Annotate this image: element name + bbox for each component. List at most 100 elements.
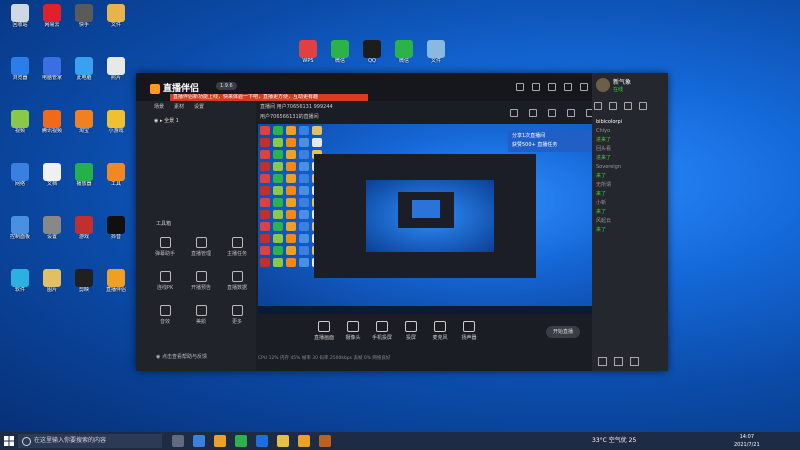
desktop-icon[interactable]: 剪映 bbox=[68, 269, 100, 299]
control-button[interactable]: 麦克风 bbox=[424, 321, 456, 341]
chat-item[interactable]: bibicolorpi bbox=[596, 119, 666, 125]
desktop-icon[interactable]: 腾讯视频 bbox=[36, 110, 68, 140]
control-icon bbox=[318, 321, 330, 332]
tool-item[interactable]: 更多 bbox=[222, 305, 252, 325]
desktop-icon[interactable]: 游戏 bbox=[68, 216, 100, 246]
desktop-icon[interactable]: 文件 bbox=[100, 4, 132, 34]
taskbar-app-icon[interactable] bbox=[277, 435, 289, 447]
desktop-icon[interactable]: 图片 bbox=[36, 269, 68, 299]
desktop-icon[interactable]: 直播伴侣 bbox=[100, 269, 132, 299]
desktop-icon[interactable]: 照片 bbox=[100, 57, 132, 87]
desktop-icon[interactable]: 设置 bbox=[36, 216, 68, 246]
emoji-icon[interactable] bbox=[614, 357, 623, 366]
desktop-icon[interactable]: 播放器 bbox=[68, 163, 100, 193]
control-button[interactable]: 直播画面 bbox=[308, 321, 340, 341]
desktop-icon[interactable]: 微信 bbox=[388, 40, 420, 70]
theme-icon[interactable] bbox=[532, 83, 540, 91]
tab-material[interactable]: 素材 bbox=[174, 103, 184, 110]
chat-item[interactable]: 无所谓 来了 bbox=[596, 182, 666, 197]
desktop-icon[interactable]: 控制面板 bbox=[4, 216, 36, 246]
taskbar-app-icon[interactable] bbox=[298, 435, 310, 447]
lock-icon[interactable] bbox=[510, 109, 518, 117]
tool-item[interactable]: 弹幕助手 bbox=[150, 237, 180, 257]
control-label: 直播画面 bbox=[313, 335, 334, 341]
desktop-icon[interactable]: 文件 bbox=[420, 40, 452, 70]
desktop-icon[interactable]: 视频 bbox=[4, 110, 36, 140]
live-preview[interactable]: 分享1次直播间 获赞500+ 直播任务 bbox=[258, 124, 592, 314]
control-button[interactable]: 手机投屏 bbox=[366, 321, 398, 341]
settings-icon[interactable] bbox=[548, 83, 556, 91]
mic-icon[interactable] bbox=[598, 357, 607, 366]
control-button[interactable]: 扬声器 bbox=[453, 321, 485, 341]
preview-nested-window bbox=[314, 154, 536, 278]
preview-mini-icon bbox=[260, 162, 270, 171]
tab-settings[interactable]: 设置 bbox=[194, 103, 204, 110]
chat-item[interactable]: 风起云 来了 bbox=[596, 218, 666, 233]
taskbar-app-icon[interactable] bbox=[235, 435, 247, 447]
desktop-icon[interactable]: 回收站 bbox=[4, 4, 36, 34]
chat-tabs bbox=[594, 102, 664, 110]
app-icon bbox=[395, 40, 413, 58]
control-button[interactable]: 摄像头 bbox=[337, 321, 369, 341]
desktop-icon[interactable]: WPS bbox=[292, 40, 324, 70]
chat-name: Chiyo bbox=[596, 128, 611, 134]
desktop-icon[interactable]: 文档 bbox=[36, 163, 68, 193]
desktop-icon[interactable]: 浏览器 bbox=[4, 57, 36, 87]
share-icon[interactable] bbox=[529, 109, 537, 117]
desktop-icon[interactable]: 网易云 bbox=[36, 4, 68, 34]
chat-item[interactable]: Chiyo 进来了 bbox=[596, 128, 666, 143]
title-bar-icons bbox=[516, 83, 604, 91]
taskbar-search[interactable]: 在这里输入你要搜索的内容 bbox=[18, 434, 162, 448]
desktop-icon[interactable]: 网络 bbox=[4, 163, 36, 193]
taskbar-app-icon[interactable] bbox=[214, 435, 226, 447]
scene-item[interactable]: ◉ ▸ 全景 1 bbox=[154, 117, 179, 124]
desktop-icon[interactable]: 电脑管家 bbox=[36, 57, 68, 87]
maximize-icon[interactable] bbox=[580, 83, 588, 91]
desktop-icon[interactable]: 抖音 bbox=[100, 216, 132, 246]
desktop-icon[interactable]: QQ bbox=[356, 40, 388, 70]
desktop-icon[interactable]: 小游戏 bbox=[100, 110, 132, 140]
tool-item[interactable]: 连线PK bbox=[150, 271, 180, 291]
list-icon[interactable] bbox=[624, 102, 632, 110]
preview-mini-icon bbox=[273, 126, 283, 135]
taskbar-app-icon[interactable] bbox=[193, 435, 205, 447]
chat-settings-icon[interactable] bbox=[639, 102, 647, 110]
notice-banner[interactable]: 直播伴侣新功能上线，快来体验一下吧，直播更方便，互动更有趣 bbox=[170, 94, 368, 101]
tab-scene[interactable]: 场景 bbox=[154, 103, 164, 110]
live-companion-window[interactable]: 场景 素材 设置 ◉ ▸ 全景 1 工具箱 弹幕助手 直播管理 主播任务 连线PK 开播… bbox=[136, 73, 668, 371]
copy-icon[interactable] bbox=[548, 109, 556, 117]
tray-clock[interactable]: 14:07 2021/7/21 bbox=[734, 433, 760, 449]
chat-item[interactable]: Sovereign 来了 bbox=[596, 164, 666, 179]
send-icon[interactable] bbox=[567, 109, 575, 117]
audience-icon[interactable] bbox=[594, 102, 602, 110]
taskbar-app-icon[interactable] bbox=[172, 435, 184, 447]
tool-item[interactable]: 开播预告 bbox=[186, 271, 216, 291]
desktop-icon[interactable]: 淘宝 bbox=[68, 110, 100, 140]
windows-start-icon[interactable] bbox=[4, 436, 14, 446]
message-icon[interactable] bbox=[516, 83, 524, 91]
desktop-icon[interactable]: 微信 bbox=[324, 40, 356, 70]
taskbar-app-icon[interactable] bbox=[256, 435, 268, 447]
desktop-icon[interactable]: 工具 bbox=[100, 163, 132, 193]
tray-weather[interactable]: 33°C 空气优 25 bbox=[592, 432, 636, 450]
taskbar-app-icon[interactable] bbox=[319, 435, 331, 447]
desktop-icon[interactable]: 快手 bbox=[68, 4, 100, 34]
tool-item[interactable]: 直播数据 bbox=[222, 271, 252, 291]
desktop-icon-label: QQ bbox=[368, 58, 376, 64]
desktop-icon[interactable]: 软件 bbox=[4, 269, 36, 299]
chat-item[interactable]: 回头看 进来了 bbox=[596, 146, 666, 161]
help-link[interactable]: ◉ 点击查看帮助与反馈 bbox=[156, 353, 207, 360]
tool-item[interactable]: 音效 bbox=[150, 305, 180, 325]
tool-item[interactable]: 直播管理 bbox=[186, 237, 216, 257]
more-icon[interactable] bbox=[630, 357, 639, 366]
control-button[interactable]: 投屏 bbox=[395, 321, 427, 341]
start-live-button[interactable]: 开始直播 bbox=[546, 326, 580, 338]
tool-item[interactable]: 主播任务 bbox=[222, 237, 252, 257]
chat-user[interactable]: 新气象 在线 bbox=[596, 77, 631, 93]
tool-item[interactable]: 美颜 bbox=[186, 305, 216, 325]
desktop-icon[interactable]: 此电脑 bbox=[68, 57, 100, 87]
task-popup[interactable]: 分享1次直播间 获赞500+ 直播任务 bbox=[508, 130, 592, 152]
minimize-icon[interactable] bbox=[564, 83, 572, 91]
chat-item[interactable]: 小新 来了 bbox=[596, 200, 666, 215]
gift-icon[interactable] bbox=[609, 102, 617, 110]
